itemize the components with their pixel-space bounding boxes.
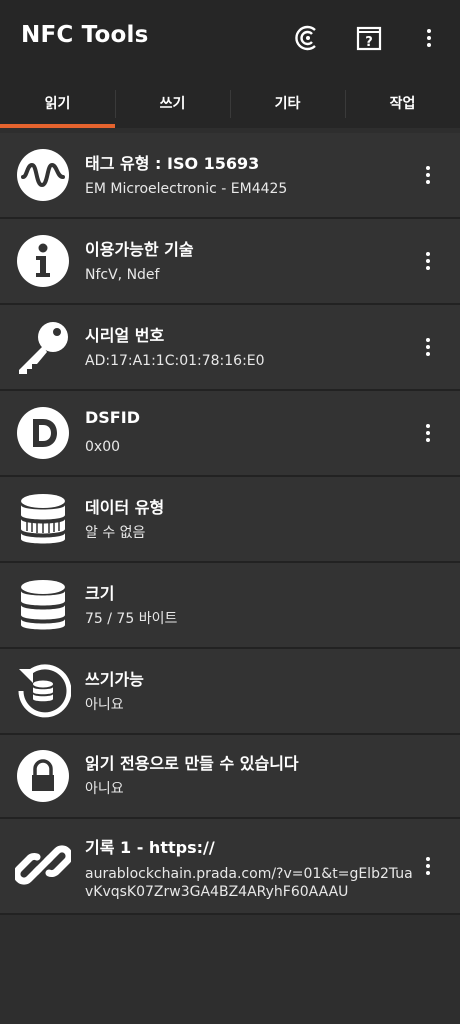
row-menu-icon[interactable] bbox=[420, 421, 436, 445]
key-icon bbox=[15, 319, 71, 375]
row-menu-icon[interactable] bbox=[420, 163, 436, 187]
app-title: NFC Tools bbox=[21, 22, 149, 48]
row-menu-icon[interactable] bbox=[420, 249, 436, 273]
row-title: 읽기 전용으로 만들 수 있습니다 bbox=[85, 754, 299, 773]
row-menu-icon[interactable] bbox=[420, 854, 436, 878]
row-title: 이용가능한 기술 bbox=[85, 240, 194, 259]
row-title: 크기 bbox=[85, 584, 115, 603]
list-item-read-only[interactable]: 읽기 전용으로 만들 수 있습니다 아니요 bbox=[0, 735, 460, 819]
row-value: 0x00 bbox=[85, 439, 121, 455]
database-icon bbox=[15, 491, 71, 547]
row-value: 아니요 bbox=[85, 697, 124, 713]
row-menu-icon[interactable] bbox=[420, 335, 436, 359]
database-icon bbox=[15, 577, 71, 633]
overflow-menu-icon[interactable] bbox=[421, 26, 437, 50]
row-value: 알 수 없음 bbox=[85, 525, 146, 541]
row-title: 시리얼 번호 bbox=[85, 326, 165, 345]
row-value: NfcV, Ndef bbox=[85, 267, 160, 283]
link-icon bbox=[13, 837, 73, 893]
active-tab-indicator bbox=[0, 124, 115, 128]
tab-tasks[interactable]: 작업 bbox=[345, 78, 460, 128]
database-refresh-icon bbox=[15, 663, 72, 719]
list-item-data-type[interactable]: 데이터 유형 알 수 없음 bbox=[0, 477, 460, 563]
tab-read[interactable]: 읽기 bbox=[0, 78, 115, 128]
list-item-record-1[interactable]: 기록 1 - https:// aurablockchain.prada.com… bbox=[0, 819, 460, 915]
list-item-size[interactable]: 크기 75 / 75 바이트 bbox=[0, 563, 460, 649]
list-item-tag-type[interactable]: 태그 유형 : ISO 15693 EM Microelectronic - E… bbox=[0, 133, 460, 219]
help-book-icon[interactable]: ? bbox=[355, 24, 383, 52]
row-title: 기록 1 - https:// bbox=[85, 838, 215, 857]
row-value: aurablockchain.prada.com/?v=01&t=gElb2Tu… bbox=[85, 866, 413, 900]
list-item-serial-number[interactable]: 시리얼 번호 AD:17:A1:1C:01:78:16:E0 bbox=[0, 305, 460, 391]
app-bar: NFC Tools ? bbox=[0, 0, 460, 78]
row-value: AD:17:A1:1C:01:78:16:E0 bbox=[85, 353, 265, 369]
svg-text:?: ? bbox=[365, 35, 373, 50]
nfc-scan-icon[interactable] bbox=[293, 24, 321, 52]
row-value: 75 / 75 바이트 bbox=[85, 611, 178, 627]
info-icon bbox=[15, 233, 71, 289]
list-item-dsfid[interactable]: DSFID 0x00 bbox=[0, 391, 460, 477]
tab-write[interactable]: 쓰기 bbox=[115, 78, 230, 128]
tab-other[interactable]: 기타 bbox=[230, 78, 345, 128]
row-title: 데이터 유형 bbox=[85, 498, 165, 517]
row-value: 아니요 bbox=[85, 781, 124, 797]
row-value: EM Microelectronic - EM4425 bbox=[85, 181, 288, 197]
row-title: DSFID bbox=[85, 408, 140, 427]
d-letter-icon bbox=[15, 405, 71, 461]
list-item-writable[interactable]: 쓰기가능 아니요 bbox=[0, 649, 460, 735]
list-item-technologies[interactable]: 이용가능한 기술 NfcV, Ndef bbox=[0, 219, 460, 305]
lock-icon bbox=[15, 748, 71, 804]
row-title: 쓰기가능 bbox=[85, 670, 144, 689]
tab-bar: 읽기 쓰기 기타 작업 bbox=[0, 78, 460, 128]
row-title: 태그 유형 : ISO 15693 bbox=[85, 154, 260, 173]
wave-icon bbox=[15, 147, 71, 203]
